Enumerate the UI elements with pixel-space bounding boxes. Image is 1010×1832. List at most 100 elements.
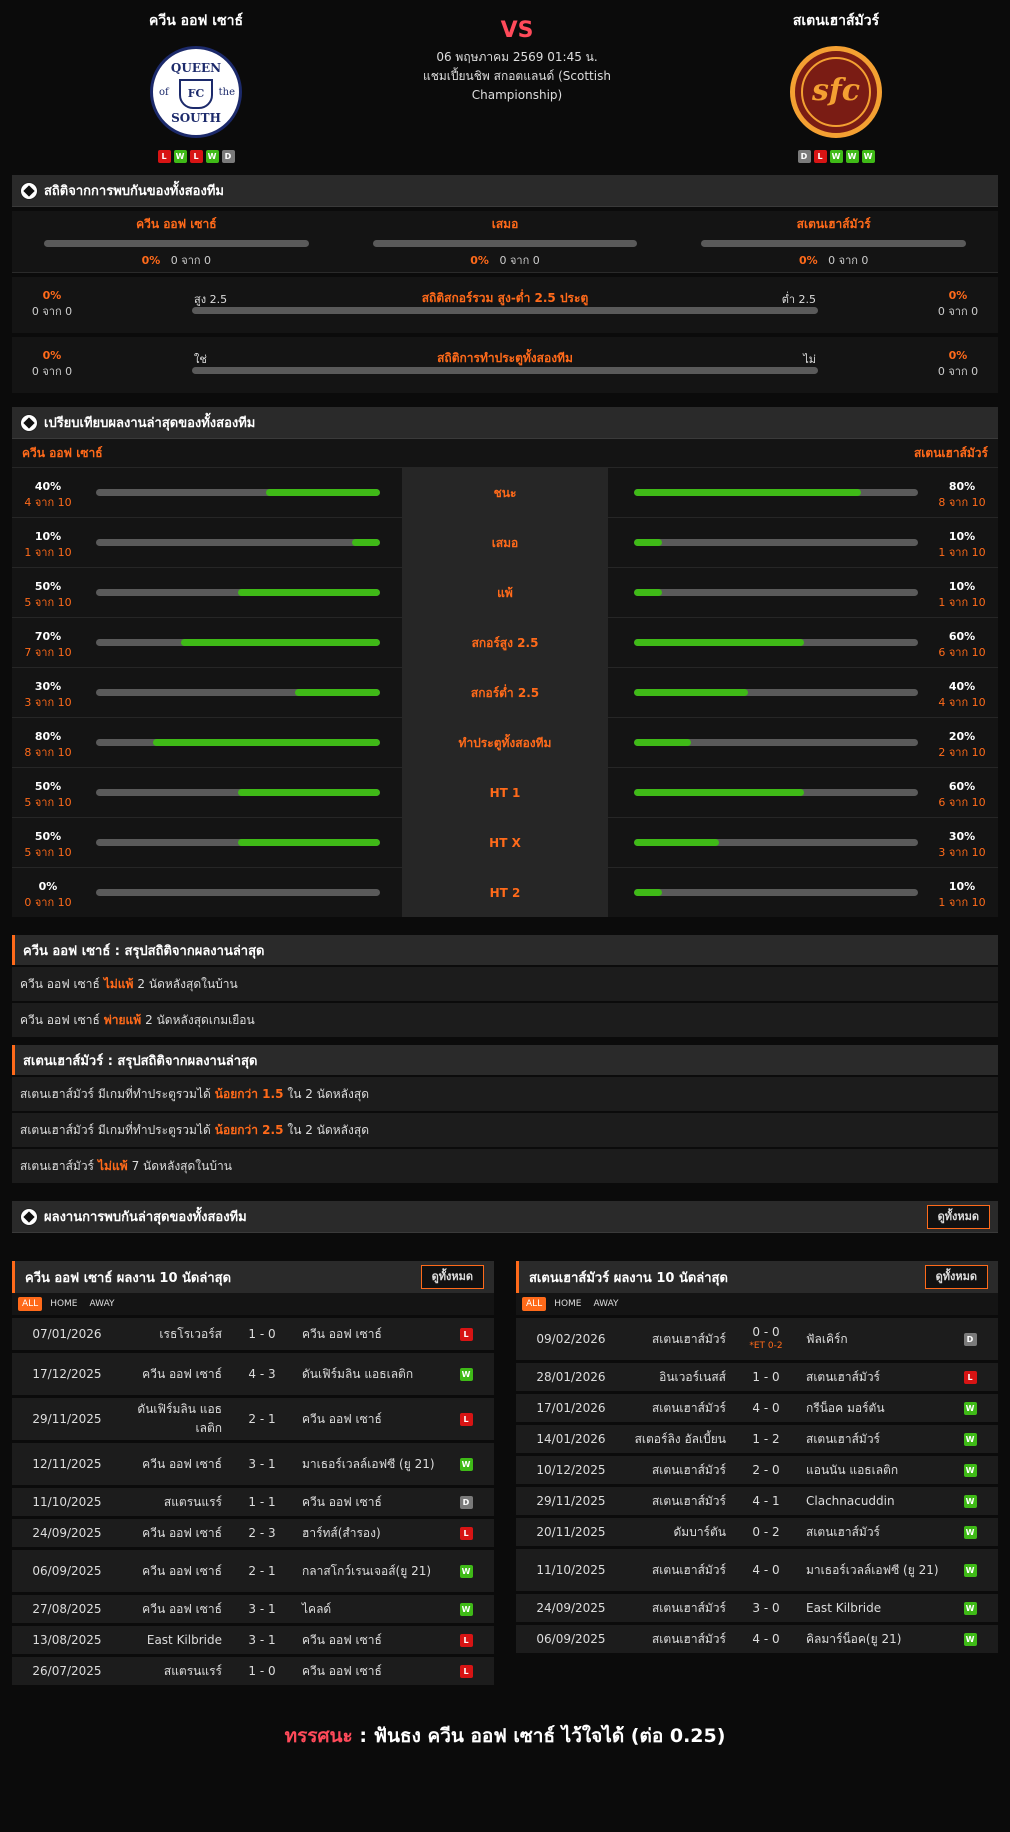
match-score: 1 - 0 (752, 1370, 780, 1384)
match-home: สแตรนแรร์ (163, 1494, 222, 1509)
result-badge: L (459, 1327, 473, 1341)
match-row[interactable]: 14/01/2026 สเตอร์ลิง อัลเบี้ยน 1 - 2 สเตนเฮ… (516, 1425, 998, 1453)
filter-tab-home[interactable]: HOME (550, 1297, 585, 1311)
filter-tab-away[interactable]: AWAY (590, 1297, 623, 1311)
match-away: สเตนเฮาส์มัวร์ (806, 1525, 881, 1539)
compare-row: 70% 7 จาก 10 สกอร์สูง 2.5 60% 6 จาก 10 (12, 617, 998, 667)
view-all-h2h-button[interactable]: ดูทั้งหมด (926, 1204, 990, 1229)
compare-label: แพ้ (402, 568, 608, 617)
home-stat-bar (96, 689, 380, 696)
match-home: สเตนเฮาส์มัวร์ (651, 1562, 726, 1577)
match-score: 2 - 0 (752, 1463, 780, 1477)
away-filter-tabs: ALL HOME AWAY (516, 1293, 998, 1315)
result-badge: W (459, 1457, 473, 1471)
match-away: สเตนเฮาส์มัวร์ (806, 1370, 881, 1384)
match-row[interactable]: 29/11/2025 ดันเฟิร์มลิน แอธเลติก 2 - 1 ควีน… (12, 1398, 494, 1440)
form-badge: D (221, 150, 235, 163)
match-row[interactable]: 27/08/2025 ควีน ออฟ เซาธ์ 3 - 1 ไคลด์ W (12, 1595, 494, 1623)
compare-row: 50% 5 จาก 10 แพ้ 10% 1 จาก 10 (12, 567, 998, 617)
summary-line: ควีน ออฟ เซาธ์ ไม่แพ้ 2 นัดหลังสุดในบ้าน (12, 967, 998, 1001)
form-badge: D (797, 150, 811, 163)
result-badge: W (963, 1525, 977, 1539)
match-row[interactable]: 07/01/2026 เรธโรเวอร์ส 1 - 0 ควีน ออฟ เซาธ์… (12, 1318, 494, 1350)
match-away: มาเธอร์เวลล์เอฟซี (ยู 21) (806, 1563, 939, 1577)
summary-line: สเตนเฮาส์มัวร์ ไม่แพ้ 7 นัดหลังสุดในบ้าน (12, 1149, 998, 1183)
match-score: 4 - 0 (752, 1632, 780, 1646)
soccer-ball-icon (20, 413, 38, 432)
match-row[interactable]: 17/01/2026 สเตนเฮาส์มัวร์ 4 - 0 กรีน็อค มอร… (516, 1394, 998, 1422)
soccer-ball-icon (20, 181, 38, 200)
match-row[interactable]: 24/09/2025 สเตนเฮาส์มัวร์ 3 - 0 East Kilbri… (516, 1594, 998, 1622)
home-stat-bar (96, 889, 380, 896)
away-team[interactable]: สเตนเฮาส์มัวร์ sfc DLWWW (716, 10, 956, 163)
match-row[interactable]: 17/12/2025 ควีน ออฟ เซาธ์ 4 - 3 ดันเฟิร์มลิ… (12, 1353, 494, 1395)
result-badge: D (963, 1332, 977, 1346)
match-date: 13/08/2025 (32, 1633, 102, 1647)
match-row[interactable]: 10/12/2025 สเตนเฮาส์มัวร์ 2 - 0 แอนนัน แอธเ… (516, 1456, 998, 1484)
filter-tab-all[interactable]: ALL (18, 1297, 43, 1311)
recent-h2h-title: ผลงานการพบกันล่าสุดของทั้งสองทีม ดูทั้งห… (12, 1201, 998, 1233)
match-row[interactable]: 26/07/2025 สแตรนแรร์ 1 - 0 ควีน ออฟ เซาธ์ L (12, 1657, 494, 1685)
match-date: 29/11/2025 (536, 1494, 606, 1508)
home-stat-bar (96, 739, 380, 746)
view-all-home-button[interactable]: ดูทั้งหมด (420, 1265, 484, 1289)
away-stat-bar (634, 689, 918, 696)
home-filter-tabs: ALL HOME AWAY (12, 1293, 494, 1315)
match-date: 17/12/2025 (32, 1367, 102, 1381)
match-date: 24/09/2025 (32, 1526, 102, 1540)
result-badge: W (963, 1463, 977, 1477)
match-score: 0 - 0 *ET 0-2 (749, 1325, 783, 1351)
match-home: สเตนเฮาส์มัวร์ (651, 1400, 726, 1415)
filter-tab-home[interactable]: HOME (46, 1297, 81, 1311)
match-away: มาเธอร์เวลล์เอฟซี (ยู 21) (302, 1457, 435, 1471)
form-badge: L (813, 150, 827, 163)
match-score: 1 - 1 (248, 1495, 276, 1509)
compare-section-title: เปรียบเทียบผลงานล่าสุดของทั้งสองทีม (12, 407, 998, 439)
match-away: ควีน ออฟ เซาธ์ (302, 1327, 382, 1341)
compare-row: 50% 5 จาก 10 HT X 30% 3 จาก 10 (12, 817, 998, 867)
match-score: 3 - 1 (248, 1633, 276, 1647)
match-row[interactable]: 24/09/2025 ควีน ออฟ เซาธ์ 2 - 3 ฮาร์ทส์(สำร… (12, 1519, 494, 1547)
compare-label: HT 2 (402, 868, 608, 917)
soccer-ball-icon (20, 1207, 38, 1226)
match-date: 24/09/2025 (536, 1601, 606, 1615)
match-away: ควีน ออฟ เซาธ์ (302, 1495, 382, 1509)
match-date: 28/01/2026 (536, 1370, 606, 1384)
match-date: 09/02/2026 (536, 1332, 606, 1346)
filter-tab-all[interactable]: ALL (522, 1297, 547, 1311)
match-score: 4 - 3 (248, 1367, 276, 1381)
match-row[interactable]: 13/08/2025 East Kilbride 3 - 1 ควีน ออฟ เซา… (12, 1626, 494, 1654)
match-date: 12/11/2025 (32, 1457, 102, 1471)
match-row[interactable]: 11/10/2025 สแตรนแรร์ 1 - 1 ควีน ออฟ เซาธ์ D (12, 1488, 494, 1516)
result-badge: W (459, 1367, 473, 1381)
match-date: 27/08/2025 (32, 1602, 102, 1616)
result-badge: L (459, 1412, 473, 1426)
view-all-away-button[interactable]: ดูทั้งหมด (924, 1265, 988, 1289)
match-score: 4 - 1 (752, 1494, 780, 1508)
match-home: ควีน ออฟ เซาธ์ (142, 1563, 222, 1578)
match-row[interactable]: 06/09/2025 ควีน ออฟ เซาธ์ 2 - 1 กลาสโกว์เรน… (12, 1550, 494, 1592)
match-row[interactable]: 11/10/2025 สเตนเฮาส์มัวร์ 4 - 0 มาเธอร์เวลล… (516, 1549, 998, 1591)
filter-tab-away[interactable]: AWAY (86, 1297, 119, 1311)
match-row[interactable]: 12/11/2025 ควีน ออฟ เซาธ์ 3 - 1 มาเธอร์เวลล… (12, 1443, 494, 1485)
match-row[interactable]: 29/11/2025 สเตนเฮาส์มัวร์ 4 - 1 Clachnacudd… (516, 1487, 998, 1515)
match-row[interactable]: 20/11/2025 ดัมบาร์ตัน 0 - 2 สเตนเฮาส์มัวร์ W (516, 1518, 998, 1546)
away-last10: สเตนเฮาส์มัวร์ ผลงาน 10 นัดล่าสุด ดูทั้ง… (516, 1261, 998, 1685)
match-row[interactable]: 28/01/2026 อินเวอร์เนสส์ 1 - 0 สเตนเฮาส์มัว… (516, 1363, 998, 1391)
home-stat-bar (96, 539, 380, 546)
away-team-name[interactable]: สเตนเฮาส์มัวร์ (716, 10, 956, 32)
home-team-logo: QUEEN of FC the SOUTH (150, 46, 242, 138)
home-stat-bar (96, 489, 380, 496)
match-away: ฟัลเคิร์ก (806, 1332, 848, 1346)
form-badge: W (861, 150, 875, 163)
match-row[interactable]: 06/09/2025 สเตนเฮาส์มัวร์ 4 - 0 คิลมาร์น็อค… (516, 1625, 998, 1653)
match-row[interactable]: 09/02/2026 สเตนเฮาส์มัวร์ 0 - 0 *ET 0-2 ฟัลเ… (516, 1318, 998, 1360)
form-badge: L (157, 150, 171, 163)
match-score: 2 - 3 (248, 1526, 276, 1540)
match-score: 3 - 0 (752, 1601, 780, 1615)
match-date: 06/09/2025 (32, 1564, 102, 1578)
result-badge: W (459, 1564, 473, 1578)
match-date: 29/11/2025 (32, 1412, 102, 1426)
h2h-results: ควีน ออฟ เซาธ์ 0% 0 จาก 0 เสมอ 0% 0 จาก … (12, 211, 998, 273)
match-score: 2 - 1 (248, 1412, 276, 1426)
